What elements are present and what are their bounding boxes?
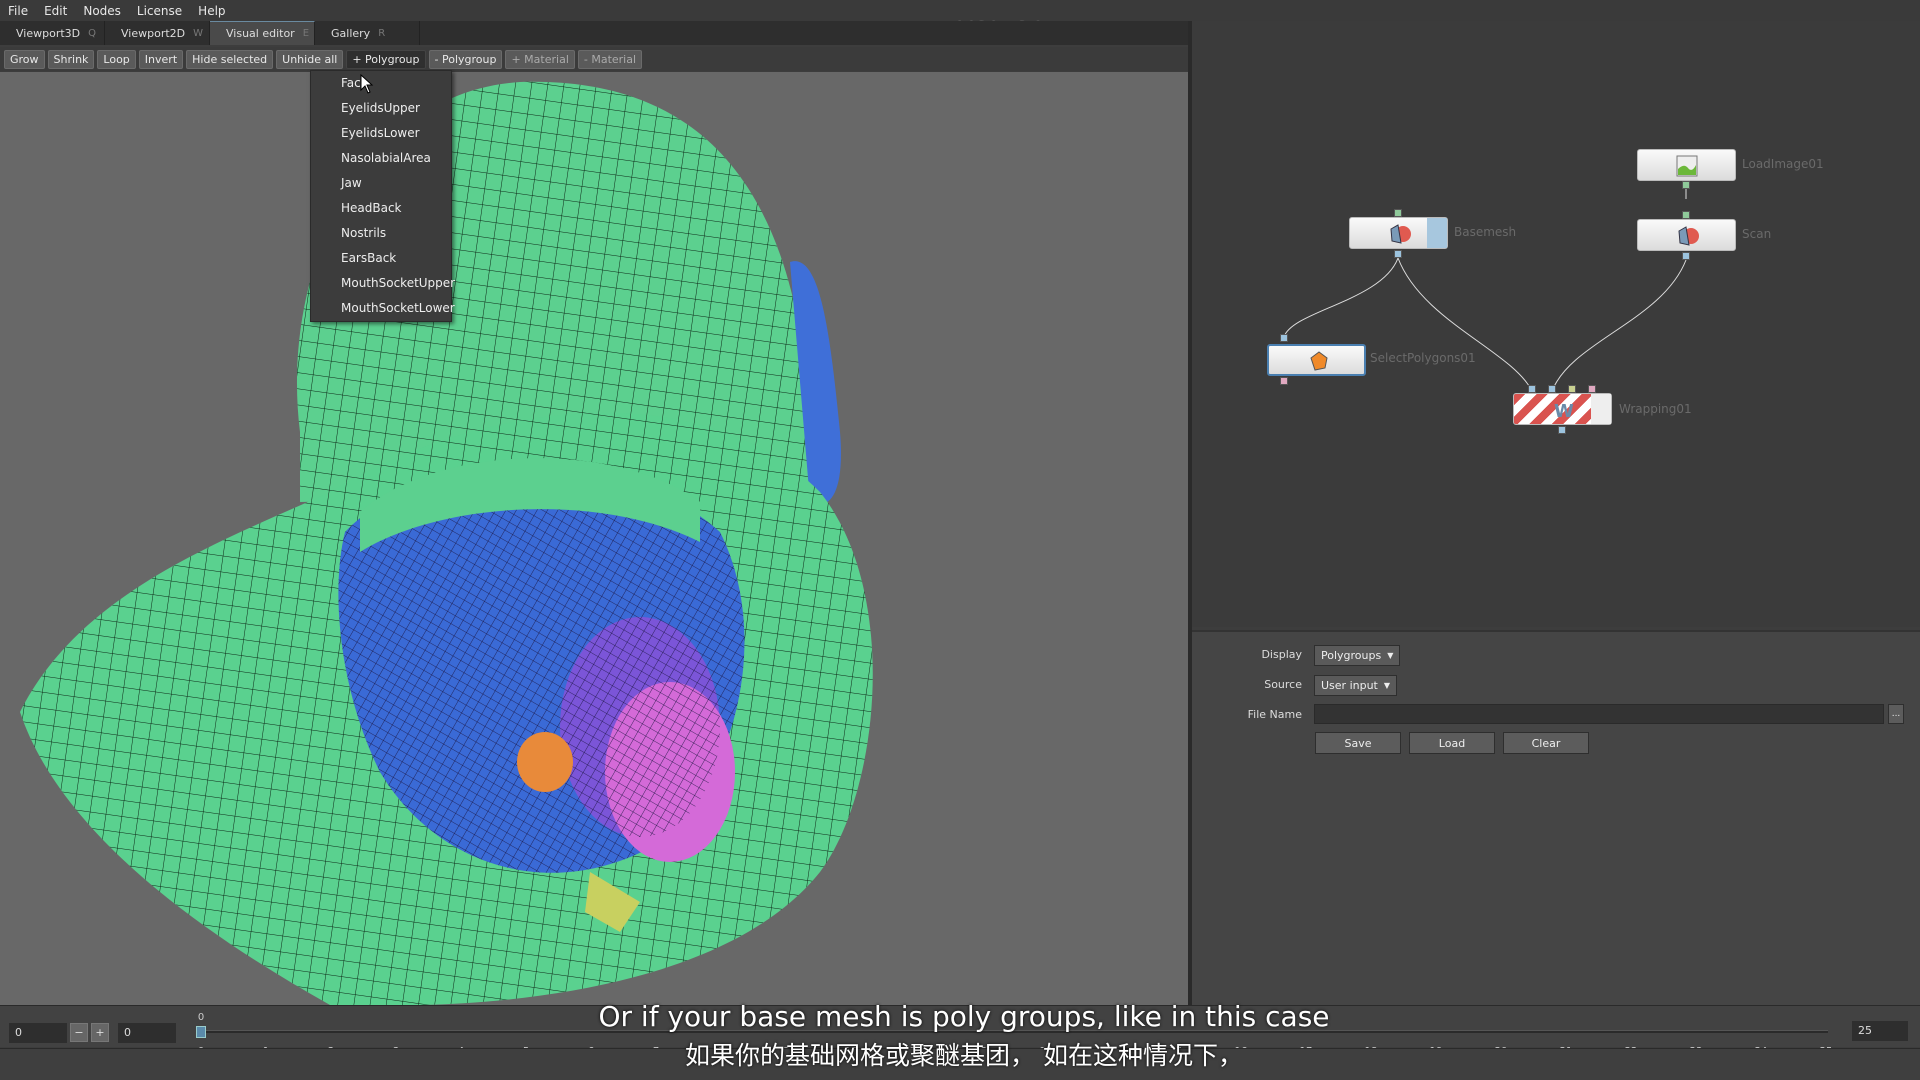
head-mesh [20,81,873,1005]
mesh-icon [1390,224,1411,244]
menu-item-face[interactable]: Face [311,71,451,96]
tab-shortcut: E [302,28,310,39]
tab-shortcut: R [378,27,386,39]
shrink-button[interactable]: Shrink [47,49,95,69]
mouse-cursor-icon [360,74,374,94]
menu-item-mouth-socket-lower[interactable]: MouthSocketLower [311,296,455,321]
node-label: SelectPolygons01 [1370,351,1476,365]
menu-item-eyelids-lower[interactable]: EyelidsLower [311,121,451,146]
dropdown-value: User input [1321,679,1378,692]
properties-panel: Display Polygroups ▼ Source User input ▼ F… [1192,630,1920,1005]
node-label: Scan [1742,227,1772,241]
node-tab [1591,394,1611,424]
tab-viewport3d[interactable]: Viewport3D Q [0,21,105,45]
selection-toolbar: Grow Shrink Loop Invert Hide selected Un… [0,47,1188,71]
polygroup-dropdown-menu: Face EyelidsUpper EyelidsLower Nasolabia… [310,70,455,322]
display-label: Display [1261,648,1302,661]
dropdown-value: Polygroups [1321,649,1382,662]
tab-gallery[interactable]: Gallery R [315,21,420,45]
source-dropdown[interactable]: User input ▼ [1314,675,1398,696]
filename-input[interactable] [1314,704,1884,724]
input-port[interactable] [1682,211,1690,219]
node-label: Wrapping01 [1619,402,1692,416]
menu-item-nostrils[interactable]: Nostrils [311,221,451,246]
menu-item-eyelids-upper[interactable]: EyelidsUpper [311,96,451,121]
node-graph[interactable]: LoadImage01 Basemesh Scan SelectPolygons… [1192,21,1920,627]
input-port[interactable] [1394,209,1402,217]
subtitle-chinese: 如果你的基础网格或聚醚基团， 如在这种情况下， [685,1041,1243,1070]
node-scan[interactable] [1637,219,1736,251]
load-button[interactable]: Load [1409,732,1495,754]
node-label: Basemesh [1454,225,1517,239]
output-port[interactable] [1682,252,1690,260]
tab-label: Viewport2D [121,26,186,40]
output-port[interactable] [1394,250,1402,258]
browse-button[interactable]: ... [1888,704,1904,724]
output-port[interactable] [1280,377,1288,385]
clear-button[interactable]: Clear [1503,732,1589,754]
add-polygroup-button[interactable]: + Polygroup [346,49,426,69]
node-label: LoadImage01 [1742,157,1824,171]
menu-help[interactable]: Help [198,4,225,18]
loop-button[interactable]: Loop [97,49,136,69]
remove-polygroup-button[interactable]: - Polygroup [428,49,503,69]
save-button[interactable]: Save [1315,732,1401,754]
svg-text:W: W [1554,401,1574,421]
node-loadimage[interactable] [1637,149,1736,181]
input-port[interactable] [1548,385,1556,393]
mesh-icon [1678,226,1699,246]
hide-selected-button[interactable]: Hide selected [186,49,274,69]
tab-viewport2d[interactable]: Viewport2D W [105,21,210,45]
menu-item-head-back[interactable]: HeadBack [311,196,451,221]
display-dropdown[interactable]: Polygroups ▼ [1314,645,1401,666]
menu-edit[interactable]: Edit [44,4,67,18]
menu-item-jaw[interactable]: Jaw [311,171,451,196]
subtitle-english: Or if your base mesh is poly groups, lik… [598,1000,1330,1033]
select-polygons-icon [1310,351,1328,371]
menu-license[interactable]: License [137,4,182,18]
selected-indicator [1427,218,1447,248]
tab-visual-editor[interactable]: Visual editor E [210,21,315,45]
node-wrapping[interactable]: W [1513,393,1612,425]
wrapping-icon: W [1554,401,1574,421]
input-port[interactable] [1568,385,1576,393]
tab-shortcut: W [193,27,204,39]
input-port[interactable] [1528,385,1536,393]
menu-nodes[interactable]: Nodes [83,4,121,18]
view-tabs: Viewport3D Q Viewport2D W Visual editor E G… [0,21,1188,45]
grow-button[interactable]: Grow [4,49,45,69]
filename-label: File Name [1247,708,1302,721]
unhide-all-button[interactable]: Unhide all [276,49,344,69]
node-basemesh[interactable] [1349,217,1448,249]
tab-label: Viewport3D [16,26,81,40]
chevron-down-icon: ▼ [1387,651,1394,660]
input-port[interactable] [1280,334,1288,342]
input-port[interactable] [1588,385,1596,393]
menu-item-ears-back[interactable]: EarsBack [311,246,451,271]
remove-material-button[interactable]: - Material [577,49,643,69]
node-selectpolygons[interactable] [1267,344,1366,376]
invert-button[interactable]: Invert [138,49,184,69]
chevron-down-icon: ▼ [1383,681,1391,690]
output-port[interactable] [1682,181,1690,189]
tab-shortcut: Q [88,27,96,39]
add-material-button[interactable]: + Material [505,49,575,69]
output-port[interactable] [1558,426,1566,434]
menu-file[interactable]: File [8,4,28,18]
tab-label: Visual editor [226,27,295,40]
tab-label: Gallery [331,26,371,40]
node-connections [1283,185,1687,392]
menu-item-nasolabial-area[interactable]: NasolabialArea [311,146,451,171]
viewport-3d[interactable] [0,72,1188,1005]
image-icon [1676,155,1698,177]
source-label: Source [1264,678,1302,691]
menu-item-mouth-socket-upper[interactable]: MouthSocketUpper [311,271,455,296]
